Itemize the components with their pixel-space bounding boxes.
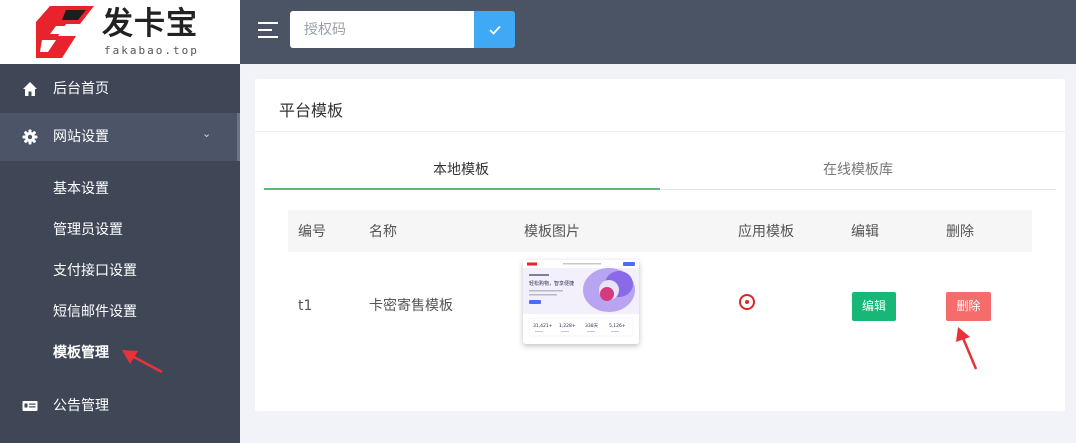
thumbnail-headline: 轻松购物，智享便捷 [529, 280, 574, 287]
brand-domain: fakabao.top [104, 44, 199, 57]
column-header-id: 编号 [298, 224, 326, 240]
edit-button[interactable]: 编辑 [852, 292, 896, 321]
thumbnail-stat: 31,421+ [533, 323, 553, 329]
column-header-edit: 编辑 [851, 224, 879, 240]
sidebar-item-label: 网站设置 [53, 129, 109, 145]
confirm-button[interactable] [474, 11, 515, 48]
table-header: 编号 名称 模板图片 应用模板 编辑 删除 [288, 210, 1032, 252]
chevron-down-icon: ⌄ [202, 127, 212, 140]
thumbnail-stat: 338天 [585, 323, 599, 329]
scroll-indicator [237, 113, 240, 161]
tab-local-templates[interactable]: 本地模板 [433, 161, 489, 179]
hamburger-icon[interactable] [258, 22, 278, 38]
gear-icon [22, 129, 38, 145]
home-icon [23, 82, 37, 96]
column-header-delete: 删除 [946, 224, 974, 240]
logo-icon [36, 6, 94, 58]
divider [255, 131, 1065, 132]
sidebar-sub-item-basic[interactable]: 基本设置 [53, 180, 109, 198]
sidebar-sub-item-sms-email[interactable]: 短信邮件设置 [53, 303, 137, 321]
annotation-arrow-icon [956, 327, 978, 370]
card-title: 平台模板 [279, 101, 344, 120]
thumbnail-stat: 5,126+ [609, 323, 626, 329]
delete-button[interactable]: 删除 [946, 292, 991, 321]
sidebar-sub-item-payment[interactable]: 支付接口设置 [53, 262, 137, 280]
sidebar-item-home[interactable]: 后台首页 [0, 65, 240, 113]
brand-name: 发卡宝 [102, 6, 198, 42]
template-id: t1 [298, 298, 313, 314]
template-preview-image: 轻松购物，智享便捷 31,421+ 1,228+ 338天 5,126+ [523, 260, 639, 344]
tab-online-template-library[interactable]: 在线模板库 [823, 161, 893, 179]
license-code-input[interactable] [290, 11, 474, 48]
apply-template-radio[interactable] [739, 294, 755, 310]
thumbnail-stat: 1,228+ [559, 323, 576, 329]
sidebar-item-label: 后台首页 [53, 81, 109, 97]
top-bar [240, 0, 1076, 64]
template-thumbnail[interactable]: 轻松购物，智享便捷 31,421+ 1,228+ 338天 5,126+ [523, 260, 639, 344]
annotation-arrow-icon [122, 350, 163, 374]
sidebar-item-label: 公告管理 [53, 398, 109, 414]
template-name: 卡密寄售模板 [369, 298, 453, 314]
sidebar-item-announcements[interactable]: 公告管理 [0, 382, 240, 430]
column-header-image: 模板图片 [524, 224, 580, 240]
active-tab-indicator [264, 188, 660, 190]
news-icon [22, 401, 38, 411]
platform-templates-card: 平台模板 本地模板 在线模板库 编号 名称 模板图片 应用模板 编辑 删除 t1… [255, 79, 1065, 411]
check-icon [488, 25, 501, 35]
logo[interactable]: 发卡宝 fakabao.top [0, 0, 240, 64]
sidebar-item-site-settings[interactable]: 网站设置 ⌄ [0, 113, 240, 161]
column-header-apply: 应用模板 [738, 224, 794, 240]
sidebar-sub-item-templates[interactable]: 模板管理 [53, 344, 109, 362]
column-header-name: 名称 [369, 224, 397, 240]
sidebar-sub-item-admin[interactable]: 管理员设置 [53, 221, 123, 239]
